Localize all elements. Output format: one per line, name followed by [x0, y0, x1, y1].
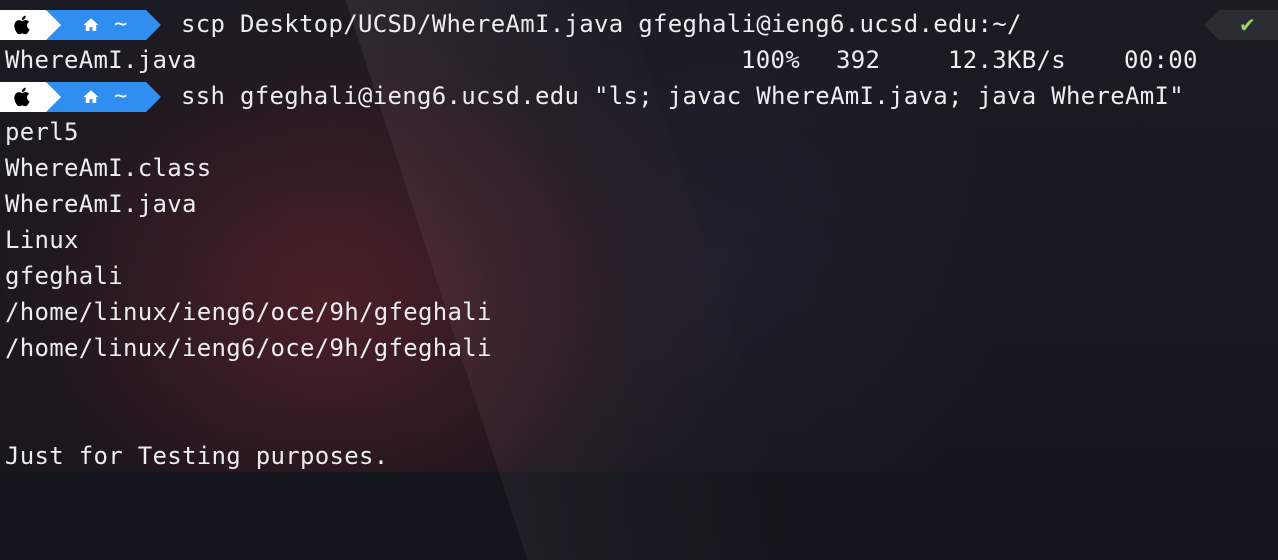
terminal-window[interactable]: ~ scp Desktop/UCSD/WhereAmI.java gfeghal…: [0, 0, 1278, 472]
output-line: /home/linux/ieng6/oce/9h/gfeghali: [5, 334, 492, 362]
status-separator-arrow: [1204, 10, 1219, 40]
prompt-line-ssh: ~ ssh gfeghali@ieng6.ucsd.edu "ls; javac…: [0, 78, 1278, 114]
apple-logo-icon: [14, 15, 30, 35]
prompt-separator-arrow: [46, 10, 61, 40]
transfer-rate: 12.3KB/s: [948, 46, 1066, 74]
command-text: ssh gfeghali@ieng6.ucsd.edu "ls; javac W…: [181, 82, 1184, 110]
prompt-dir-label: ~: [114, 12, 128, 37]
prompt-segment-os: [0, 82, 46, 112]
output-line: /home/linux/ieng6/oce/9h/gfeghali: [5, 298, 492, 326]
home-icon: [83, 90, 99, 103]
home-icon: [83, 18, 99, 31]
prompt-dir-label: ~: [114, 84, 128, 109]
status-body: ✔: [1219, 10, 1278, 40]
prompt-segment-os: [0, 10, 46, 40]
output-line: WhereAmI.java: [5, 190, 197, 218]
transfer-bytes: 392: [836, 46, 881, 74]
transfer-percent: 100%: [741, 46, 800, 74]
output-line: gfeghali: [5, 262, 123, 290]
apple-logo-icon: [14, 87, 30, 107]
checkmark-icon: ✔: [1239, 13, 1256, 37]
prompt-separator-arrow: [46, 82, 61, 112]
prompt-separator-arrow: [146, 10, 161, 40]
prompt-line-scp: ~ scp Desktop/UCSD/WhereAmI.java gfeghal…: [0, 6, 1278, 42]
transfer-filename: WhereAmI.java: [5, 46, 197, 74]
prompt-separator-arrow: [146, 82, 161, 112]
transfer-eta: 00:00: [1124, 46, 1198, 74]
output-line: perl5: [5, 118, 79, 146]
output-line: Linux: [5, 226, 79, 254]
transfer-progress-line: WhereAmI.java 100% 392 12.3KB/s 00:00: [5, 42, 1265, 78]
status-segment: ✔: [1204, 10, 1278, 40]
command-text: scp Desktop/UCSD/WhereAmI.java gfeghali@…: [181, 10, 1022, 38]
prompt-segment-dir: ~: [46, 10, 146, 40]
prompt-segment-dir: ~: [46, 82, 146, 112]
output-line: Just for Testing purposes.: [5, 442, 389, 470]
output-line: WhereAmI.class: [5, 154, 212, 182]
